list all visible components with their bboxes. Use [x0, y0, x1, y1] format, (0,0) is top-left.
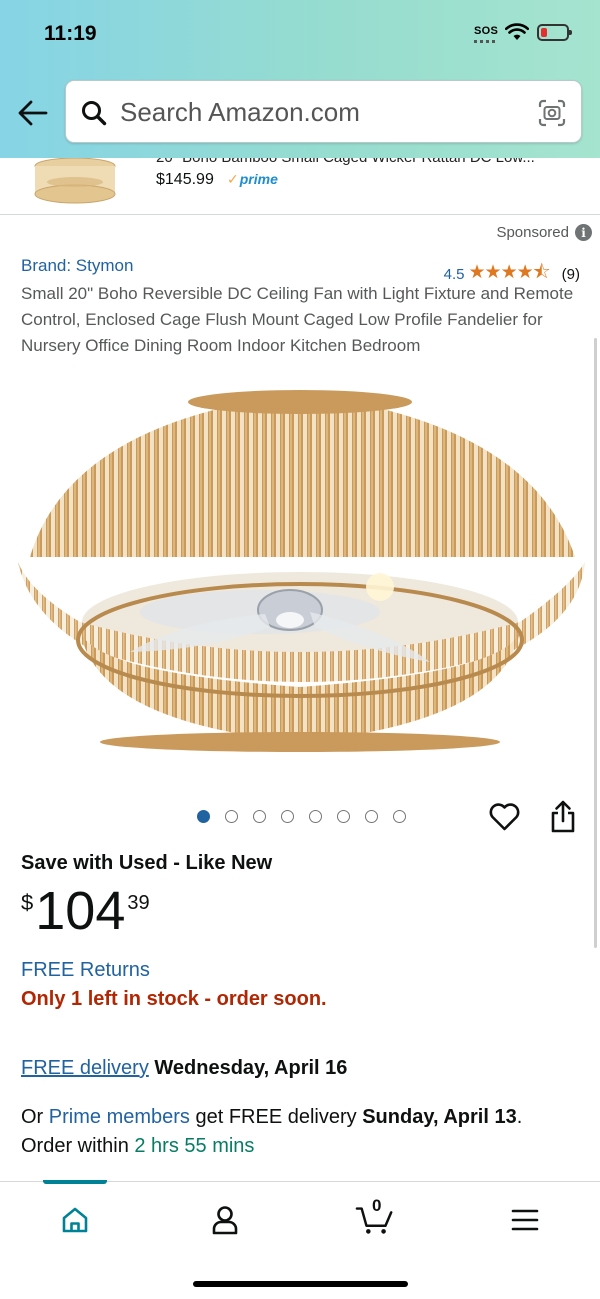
used-offer-heading: Save with Used - Like New — [21, 852, 273, 874]
free-returns-link[interactable]: FREE Returns — [21, 959, 150, 982]
order-within-label: Order within — [21, 1135, 129, 1157]
brand-link[interactable]: Brand: Stymon — [21, 256, 133, 276]
prime-delivery-date: Sunday, April 13 — [362, 1106, 517, 1128]
image-carousel-dots[interactable] — [197, 810, 406, 823]
signal-dots — [474, 40, 498, 43]
home-icon — [62, 1207, 88, 1233]
bottom-nav — [0, 1180, 600, 1299]
order-countdown: 2 hrs 55 mins — [134, 1135, 255, 1157]
info-icon[interactable]: i — [575, 224, 592, 241]
product-title: Small 20" Boho Reversible DC Ceiling Fan… — [21, 284, 574, 355]
camera-search-icon[interactable] — [537, 98, 567, 128]
prime-prefix: Or — [21, 1106, 44, 1128]
previous-product-price: $145.99 — [156, 171, 214, 188]
product-image[interactable] — [10, 382, 590, 782]
prime-mid: get FREE delivery — [195, 1106, 357, 1128]
carousel-dot[interactable] — [281, 810, 294, 823]
price-whole: 104 — [35, 881, 126, 941]
price-symbol: $ — [21, 890, 34, 915]
search-input[interactable] — [120, 95, 520, 129]
carousel-dot[interactable] — [253, 810, 266, 823]
carousel-dot[interactable] — [225, 810, 238, 823]
active-tab-indicator — [43, 1180, 107, 1184]
nav-account[interactable] — [205, 1200, 245, 1240]
carousel-dot[interactable] — [197, 810, 210, 823]
home-indicator-bar — [193, 1281, 408, 1287]
prime-check-icon: ✓ — [227, 171, 239, 187]
search-box[interactable] — [65, 80, 582, 143]
prime-members-link[interactable]: Prime members — [49, 1106, 190, 1128]
free-delivery-link[interactable]: FREE delivery — [21, 1057, 149, 1079]
cart-count-badge: 0 — [372, 1196, 382, 1215]
nav-menu[interactable] — [505, 1200, 545, 1240]
price-fraction: 39 — [127, 892, 150, 914]
share-icon[interactable] — [548, 799, 578, 835]
previous-product-thumbnail — [34, 157, 116, 204]
nav-home[interactable] — [55, 1200, 95, 1240]
carousel-dot[interactable] — [309, 810, 322, 823]
delivery-date: Wednesday, April 16 — [154, 1057, 348, 1079]
rating-count: (9) — [561, 265, 580, 283]
back-arrow-icon[interactable] — [16, 96, 50, 130]
prime-end: . — [516, 1106, 523, 1128]
prime-delivery-info: Or Prime members get FREE delivery Sunda… — [21, 1103, 586, 1161]
menu-icon — [511, 1209, 539, 1231]
sponsored-text: Sponsored — [496, 224, 569, 241]
carousel-dot[interactable] — [393, 810, 406, 823]
rating-value: 4.5 — [443, 265, 465, 283]
search-icon — [82, 101, 107, 126]
heart-icon[interactable] — [488, 801, 521, 834]
prime-label: prime — [239, 171, 278, 187]
battery-icon — [537, 24, 572, 41]
prime-badge: ✓prime — [227, 171, 278, 188]
account-icon — [212, 1206, 238, 1235]
delivery-info: FREE delivery Wednesday, April 16 — [21, 1057, 347, 1080]
wifi-icon — [505, 23, 529, 40]
status-time: 11:19 — [44, 22, 97, 45]
price: $ 104 39 — [21, 880, 150, 942]
top-header: 11:19 SOS — [0, 0, 600, 158]
sos-indicator: SOS — [474, 25, 499, 37]
scrollbar[interactable] — [594, 338, 597, 948]
carousel-dot[interactable] — [337, 810, 350, 823]
stock-warning: Only 1 left in stock - order soon. — [21, 988, 327, 1010]
carousel-dot[interactable] — [365, 810, 378, 823]
sponsored-label[interactable]: Sponsored i — [496, 224, 592, 241]
